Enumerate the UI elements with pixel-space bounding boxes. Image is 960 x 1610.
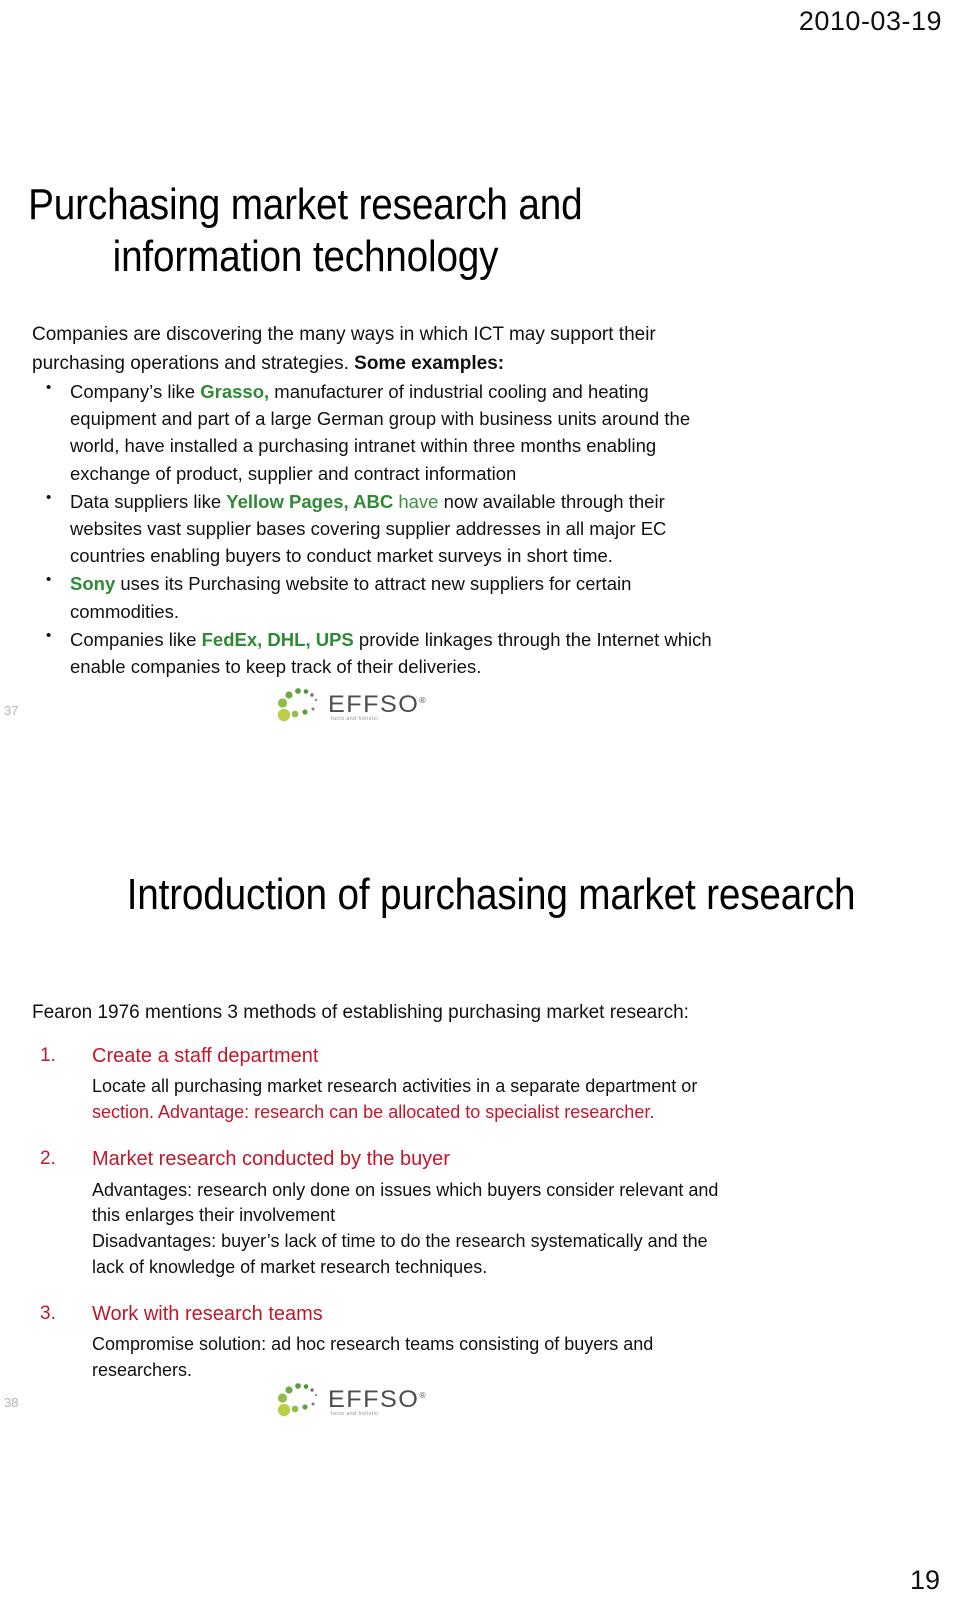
effso-logo: EFFSO® facts and holistic	[276, 1380, 426, 1426]
item-body-black: Advantages: research only done on issues…	[92, 1179, 719, 1277]
effso-registered-mark: ®	[419, 1391, 426, 1400]
list-item: 2. Market research conducted by the buye…	[34, 1145, 734, 1280]
list-item: Data suppliers like Yellow Pages, ABC ha…	[34, 487, 718, 570]
slide-2-lead-paragraph: Fearon 1976 mentions 3 methods of establ…	[32, 1002, 689, 1023]
slide-1-title: Purchasing market research and informati…	[0, 179, 952, 283]
item-heading: Create a staff department	[92, 1045, 319, 1067]
bullet-highlight-sony: Sony	[70, 573, 116, 595]
bullet-highlight-yellow-pages-abc: Yellow Pages, ABC	[226, 490, 394, 512]
slide-1-bullet-list: Company’s like Grasso, manufacturer of i…	[34, 377, 718, 681]
list-item: 3. Work with research teams Compromise s…	[34, 1300, 734, 1383]
intro-emphasis: Some examples:	[354, 352, 505, 374]
list-item: Companies like FedEx, DHL, UPS provide l…	[34, 625, 718, 680]
effso-dot-spiral-icon	[277, 1383, 318, 1417]
bullet-highlight-grasso: Grasso,	[200, 381, 270, 402]
bullet-highlight-have: have	[393, 490, 439, 512]
item-body-red: section. Advantage: research can be allo…	[92, 1101, 655, 1122]
item-number: 1.	[40, 1045, 56, 1066]
slide-2-numbered-list: 1. Create a staff department Locate all …	[34, 1042, 734, 1404]
bullet-pre-text: Data suppliers like	[70, 490, 227, 512]
bullet-pre-text: Company’s like	[70, 381, 201, 402]
effso-wordmark: EFFSO®	[328, 691, 426, 719]
slide-2-title-line-2: research	[706, 870, 856, 920]
effso-wordmark-text: EFFSO	[328, 1386, 420, 1413]
slide-2-number: 38	[4, 1395, 19, 1410]
item-heading: Work with research teams	[92, 1303, 323, 1326]
list-item: Company’s like Grasso, manufacturer of i…	[34, 377, 718, 487]
item-body: Compromise solution: ad hoc research tea…	[92, 1332, 734, 1383]
item-body-black: Compromise solution: ad hoc research tea…	[92, 1334, 654, 1380]
slide-1-title-line-2: information technology	[112, 232, 499, 282]
slide-introduction-of-purchasing-market-research: Introduction of purchasing market resear…	[0, 840, 960, 1460]
item-body-black: Locate all purchasing market research ac…	[92, 1076, 698, 1097]
bullet-pre-text: Companies like	[70, 628, 202, 650]
list-item: 1. Create a staff department Locate all …	[34, 1042, 734, 1125]
slide-1-title-line-1: Purchasing market research and	[28, 180, 583, 230]
list-item: Sony uses its Purchasing website to attr…	[34, 569, 718, 624]
item-heading: Market research conducted by the buyer	[92, 1148, 450, 1171]
effso-logo: EFFSO® facts and holistic	[276, 685, 426, 731]
bullet-highlight-fedex-dhl-ups: FedEx, DHL, UPS	[201, 628, 354, 650]
slide-2-title-line-1: Introduction of purchasing market	[126, 870, 696, 920]
slide-purchasing-market-research-and-it: Purchasing market research and informati…	[0, 150, 960, 770]
effso-tagline: facts and holistic	[331, 716, 379, 722]
effso-wordmark: EFFSO®	[328, 1386, 426, 1414]
intro-text: Companies are discovering the many ways …	[32, 324, 656, 374]
item-body: Advantages: research only done on issues…	[92, 1178, 734, 1280]
effso-tagline: facts and holistic	[331, 1411, 379, 1417]
slide-2-title: Introduction of purchasing market resear…	[0, 869, 960, 921]
slide-1-number: 37	[4, 703, 19, 718]
item-number: 3.	[40, 1303, 56, 1325]
effso-dot-spiral-icon	[277, 688, 318, 722]
document-page-number: 19	[909, 1565, 940, 1595]
item-number: 2.	[40, 1148, 56, 1170]
effso-registered-mark: ®	[419, 696, 426, 705]
slide-1-intro-paragraph: Companies are discovering the many ways …	[32, 321, 712, 378]
effso-wordmark-text: EFFSO	[328, 691, 420, 718]
document-date-header: 2010-03-19	[798, 6, 942, 36]
bullet-post-text: uses its Purchasing website to attract n…	[70, 573, 632, 622]
item-body: Locate all purchasing market research ac…	[92, 1074, 734, 1125]
